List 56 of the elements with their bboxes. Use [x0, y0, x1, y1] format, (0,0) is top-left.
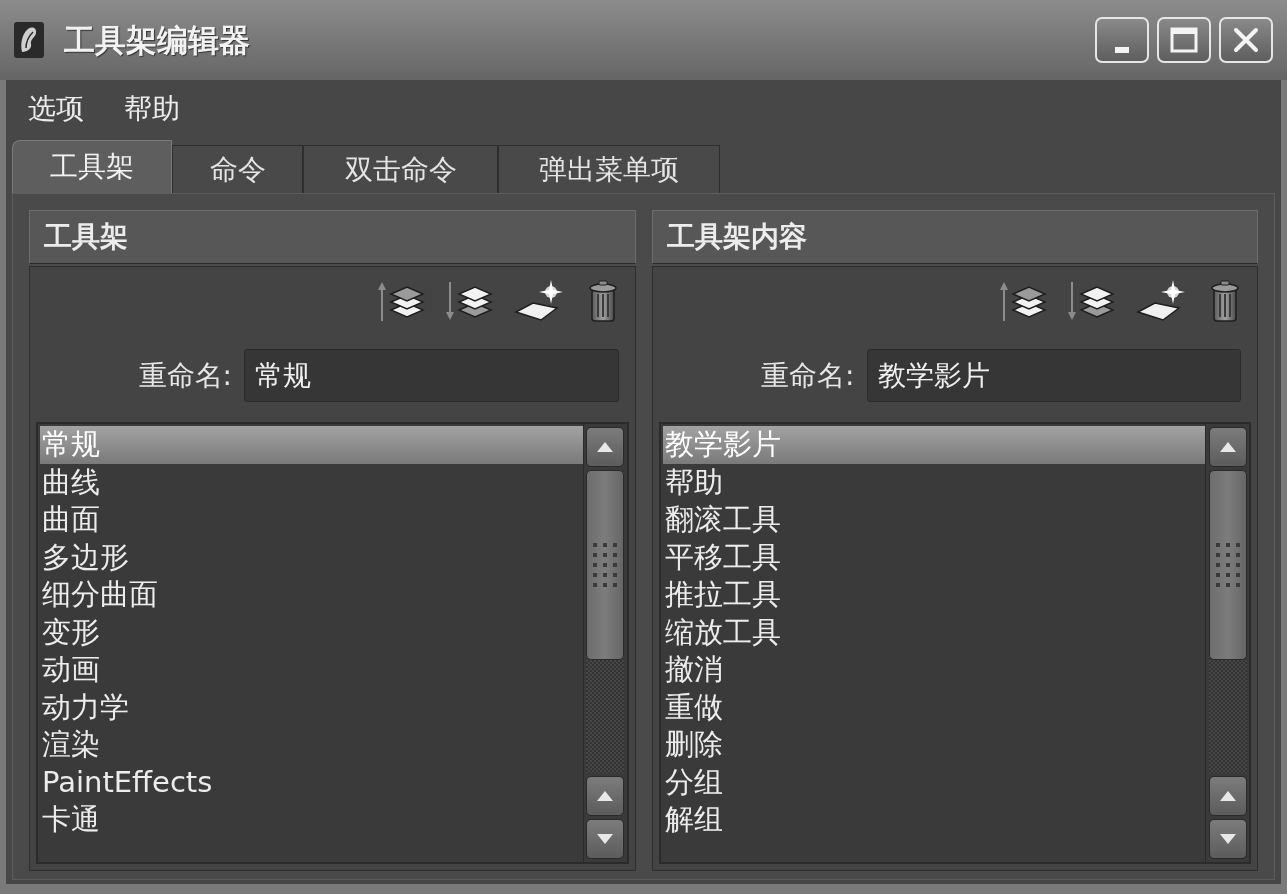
- rename-label: 重命名:: [137, 361, 232, 390]
- list-item[interactable]: PaintEffects: [40, 763, 583, 801]
- maximize-icon: [1170, 27, 1198, 53]
- list-item[interactable]: 渲染: [40, 726, 583, 764]
- minimize-button[interactable]: [1095, 17, 1149, 63]
- rename-field[interactable]: 常规: [244, 349, 619, 402]
- list-item[interactable]: 分组: [662, 763, 1205, 801]
- tab[interactable]: 工具架: [12, 140, 172, 193]
- list-item[interactable]: 解组: [662, 801, 1205, 839]
- caret-down-icon: [1219, 834, 1236, 844]
- list-item[interactable]: 动画: [40, 651, 583, 689]
- menu-item[interactable]: 选项: [28, 95, 84, 123]
- rename-label: 重命名:: [760, 361, 855, 390]
- list-item[interactable]: 翻滚工具: [662, 501, 1205, 539]
- list-item[interactable]: 卡通: [40, 801, 583, 839]
- caret-up-icon: [597, 442, 613, 452]
- panel-title: 工具架内容: [666, 223, 807, 251]
- list-item[interactable]: 细分曲面: [40, 576, 583, 614]
- list-item[interactable]: 帮助: [662, 463, 1205, 501]
- scroll-down-button[interactable]: [586, 819, 624, 859]
- maximize-button[interactable]: [1157, 17, 1211, 63]
- list-item[interactable]: 曲面: [40, 501, 583, 539]
- list-item[interactable]: 曲线: [40, 463, 583, 501]
- list-item[interactable]: 重做: [662, 688, 1205, 726]
- list-item[interactable]: 平移工具: [662, 538, 1205, 576]
- feather-logo-icon: [14, 22, 44, 58]
- window-title: 工具架编辑器: [64, 24, 250, 56]
- list-item[interactable]: 多边形: [40, 538, 583, 576]
- scrollbar-thumb[interactable]: [1208, 470, 1247, 660]
- scroll-up-button[interactable]: [1208, 776, 1247, 816]
- close-button[interactable]: [1219, 17, 1273, 63]
- scroll-up-button[interactable]: [586, 427, 624, 467]
- panel-title: 工具架: [44, 223, 128, 251]
- grip-icon: [592, 542, 618, 588]
- list-item[interactable]: 动力学: [40, 688, 583, 726]
- caret-down-icon: [597, 834, 613, 844]
- list-item[interactable]: 缩放工具: [662, 613, 1205, 651]
- scrollbar-thumb[interactable]: [586, 470, 624, 660]
- caret-up-icon: [597, 791, 613, 801]
- scroll-up-button[interactable]: [1208, 427, 1247, 467]
- close-icon: [1233, 27, 1259, 53]
- rename-field[interactable]: 教学影片: [866, 349, 1241, 402]
- grip-icon: [1214, 542, 1241, 588]
- scroll-down-button[interactable]: [1208, 819, 1247, 859]
- list-item[interactable]: 推拉工具: [662, 576, 1205, 614]
- tab[interactable]: 双击命令: [303, 145, 498, 193]
- minimize-icon: [1115, 47, 1129, 53]
- tab[interactable]: 弹出菜单项: [498, 145, 720, 193]
- list-item[interactable]: 变形: [40, 613, 583, 651]
- menu-item[interactable]: 帮助: [124, 95, 180, 123]
- tab[interactable]: 命令: [172, 145, 303, 193]
- list-item[interactable]: 撤消: [662, 651, 1205, 689]
- scroll-up-button[interactable]: [586, 776, 624, 816]
- list-item[interactable]: 删除: [662, 726, 1205, 764]
- caret-up-icon: [1219, 442, 1236, 452]
- caret-up-icon: [1219, 791, 1236, 801]
